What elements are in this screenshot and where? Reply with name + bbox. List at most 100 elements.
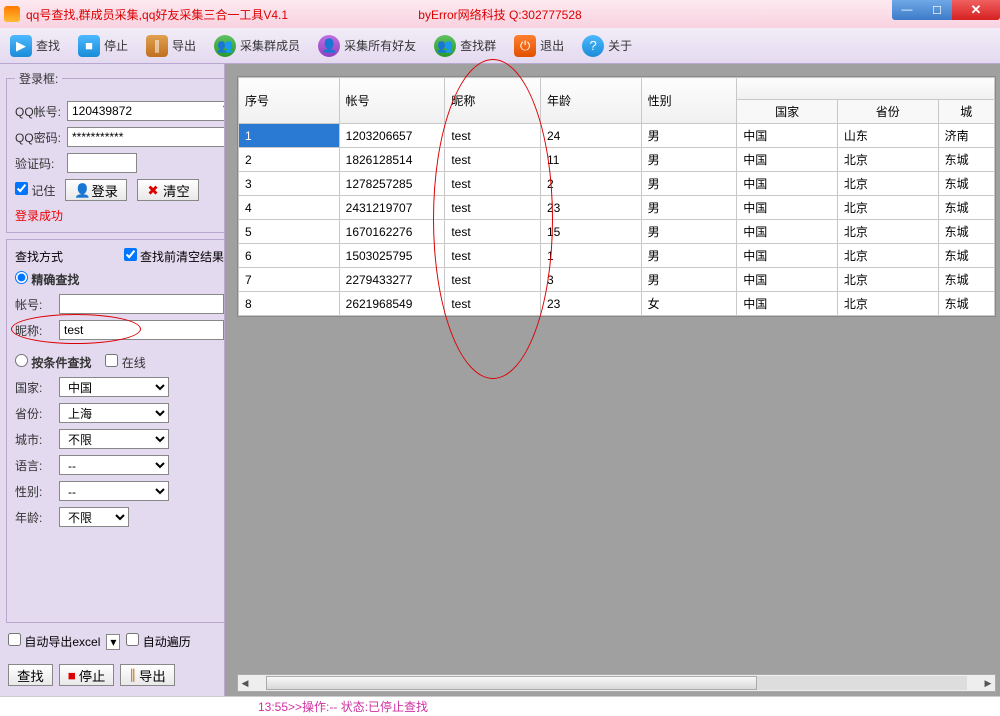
province-select[interactable]: 上海: [59, 403, 169, 423]
captcha-label: 验证码:: [15, 155, 63, 172]
close-button[interactable]: ✕: [952, 0, 1000, 20]
col-seq[interactable]: 序号: [239, 78, 340, 124]
search-box: 查找方式 查找前清空结果 精确查找 帐号: 昵称: 按条件查找 在线 国家:中国…: [6, 239, 225, 623]
cell-nick: test: [445, 172, 541, 196]
scroll-thumb[interactable]: [266, 676, 757, 690]
table-row[interactable]: 82621968549test23女中国北京东城: [239, 292, 995, 316]
toolbar-collect-group[interactable]: 👥采集群成员: [214, 35, 300, 57]
search-group-icon: 👥: [434, 35, 456, 57]
table-row[interactable]: 11203206657test24男中国山东济南: [239, 124, 995, 148]
online-checkbox[interactable]: [105, 354, 118, 367]
auto-export-checkbox[interactable]: [8, 633, 21, 646]
chevron-down-icon[interactable]: ▾: [106, 634, 120, 650]
login-button[interactable]: 👤登录: [65, 179, 127, 201]
captcha-input[interactable]: [67, 153, 137, 173]
cell-age: 23: [540, 196, 641, 220]
window-title: qq号查找,群成员采集,qq好友采集三合一工具V4.1: [26, 6, 288, 23]
country-select[interactable]: 中国: [59, 377, 169, 397]
table-row[interactable]: 51670162276test15男中国北京东城: [239, 220, 995, 244]
maximize-button[interactable]: ☐: [922, 0, 952, 20]
cell-province: 山东: [837, 124, 938, 148]
col-gender[interactable]: 性别: [641, 78, 737, 124]
col-group[interactable]: [737, 78, 995, 100]
cell-seq: 1: [239, 124, 340, 148]
cell-seq: 3: [239, 172, 340, 196]
toolbar-stop[interactable]: ■停止: [78, 35, 128, 57]
cell-city: 东城: [938, 172, 994, 196]
toolbar-about[interactable]: ?关于: [582, 35, 632, 57]
minimize-button[interactable]: —: [892, 0, 922, 20]
stop-button[interactable]: ■停止: [59, 664, 115, 686]
vendor-text: byError网络科技 Q:302777528: [418, 6, 581, 23]
about-icon: ?: [582, 35, 604, 57]
cell-seq: 6: [239, 244, 340, 268]
cell-gender: 男: [641, 220, 737, 244]
cell-gender: 女: [641, 292, 737, 316]
cell-acct: 1503025795: [339, 244, 445, 268]
col-nick[interactable]: 昵称: [445, 78, 541, 124]
search-account-input[interactable]: [59, 294, 224, 314]
col-province[interactable]: 省份: [837, 100, 938, 124]
titlebar: qq号查找,群成员采集,qq好友采集三合一工具V4.1 byError网络科技 …: [0, 0, 1000, 28]
cell-seq: 4: [239, 196, 340, 220]
cell-acct: 2621968549: [339, 292, 445, 316]
cell-city: 东城: [938, 268, 994, 292]
pwd-label: QQ密码:: [15, 129, 63, 146]
horizontal-scrollbar[interactable]: ◀ ▶: [237, 674, 996, 692]
cell-nick: test: [445, 244, 541, 268]
empty-area: [237, 317, 996, 672]
scroll-right-icon[interactable]: ▶: [981, 678, 995, 689]
language-select[interactable]: --: [59, 455, 169, 475]
export-button[interactable]: ∥导出: [120, 664, 174, 686]
col-country[interactable]: 国家: [737, 100, 838, 124]
cell-province: 北京: [837, 268, 938, 292]
cell-city: 东城: [938, 148, 994, 172]
login-status: 登录成功: [15, 207, 225, 224]
cell-province: 北京: [837, 220, 938, 244]
x-icon: ✖: [146, 183, 160, 197]
exact-radio[interactable]: [15, 271, 28, 284]
table-row[interactable]: 21826128514test11男中国北京东城: [239, 148, 995, 172]
qq-account-input[interactable]: [67, 101, 225, 121]
cell-country: 中国: [737, 244, 838, 268]
table-row[interactable]: 72279433277test3男中国北京东城: [239, 268, 995, 292]
nickname-input[interactable]: [59, 320, 224, 340]
clear-before-label[interactable]: 查找前清空结果: [124, 248, 224, 265]
col-acct[interactable]: 帐号: [339, 78, 445, 124]
friend-icon: 👤: [318, 35, 340, 57]
qq-password-input[interactable]: [67, 127, 225, 147]
col-city[interactable]: 城: [938, 100, 994, 124]
toolbar-export[interactable]: ∥导出: [146, 35, 196, 57]
cell-country: 中国: [737, 268, 838, 292]
cell-acct: 1278257285: [339, 172, 445, 196]
age-select[interactable]: 不限: [59, 507, 129, 527]
toolbar-collect-friends[interactable]: 👤采集所有好友: [318, 35, 416, 57]
clear-button[interactable]: ✖清空: [137, 179, 199, 201]
table-row[interactable]: 42431219707test23男中国北京东城: [239, 196, 995, 220]
app-icon: [4, 6, 20, 22]
scroll-left-icon[interactable]: ◀: [238, 678, 252, 689]
cell-age: 2: [540, 172, 641, 196]
cell-age: 11: [540, 148, 641, 172]
clear-before-checkbox[interactable]: [124, 248, 137, 261]
find-button[interactable]: 查找: [8, 664, 53, 686]
col-age[interactable]: 年龄: [540, 78, 641, 124]
table-row[interactable]: 31278257285test2男中国北京东城: [239, 172, 995, 196]
cell-city: 东城: [938, 292, 994, 316]
toolbar-find[interactable]: ▶查找: [10, 35, 60, 57]
city-select[interactable]: 不限: [59, 429, 169, 449]
cell-gender: 男: [641, 268, 737, 292]
group-icon: 👥: [214, 35, 236, 57]
toolbar-exit[interactable]: ⏻退出: [514, 35, 564, 57]
search-legend: 查找方式: [15, 248, 63, 265]
cell-age: 1: [540, 244, 641, 268]
gender-select[interactable]: --: [59, 481, 169, 501]
cell-province: 北京: [837, 196, 938, 220]
condition-radio[interactable]: [15, 354, 28, 367]
auto-traverse-checkbox[interactable]: [126, 633, 139, 646]
toolbar-find-group[interactable]: 👥查找群: [434, 35, 496, 57]
stop-small-icon: ■: [68, 668, 76, 683]
table-row[interactable]: 61503025795test1男中国北京东城: [239, 244, 995, 268]
export-icon: ∥: [146, 35, 168, 57]
remember-checkbox[interactable]: [15, 182, 28, 195]
